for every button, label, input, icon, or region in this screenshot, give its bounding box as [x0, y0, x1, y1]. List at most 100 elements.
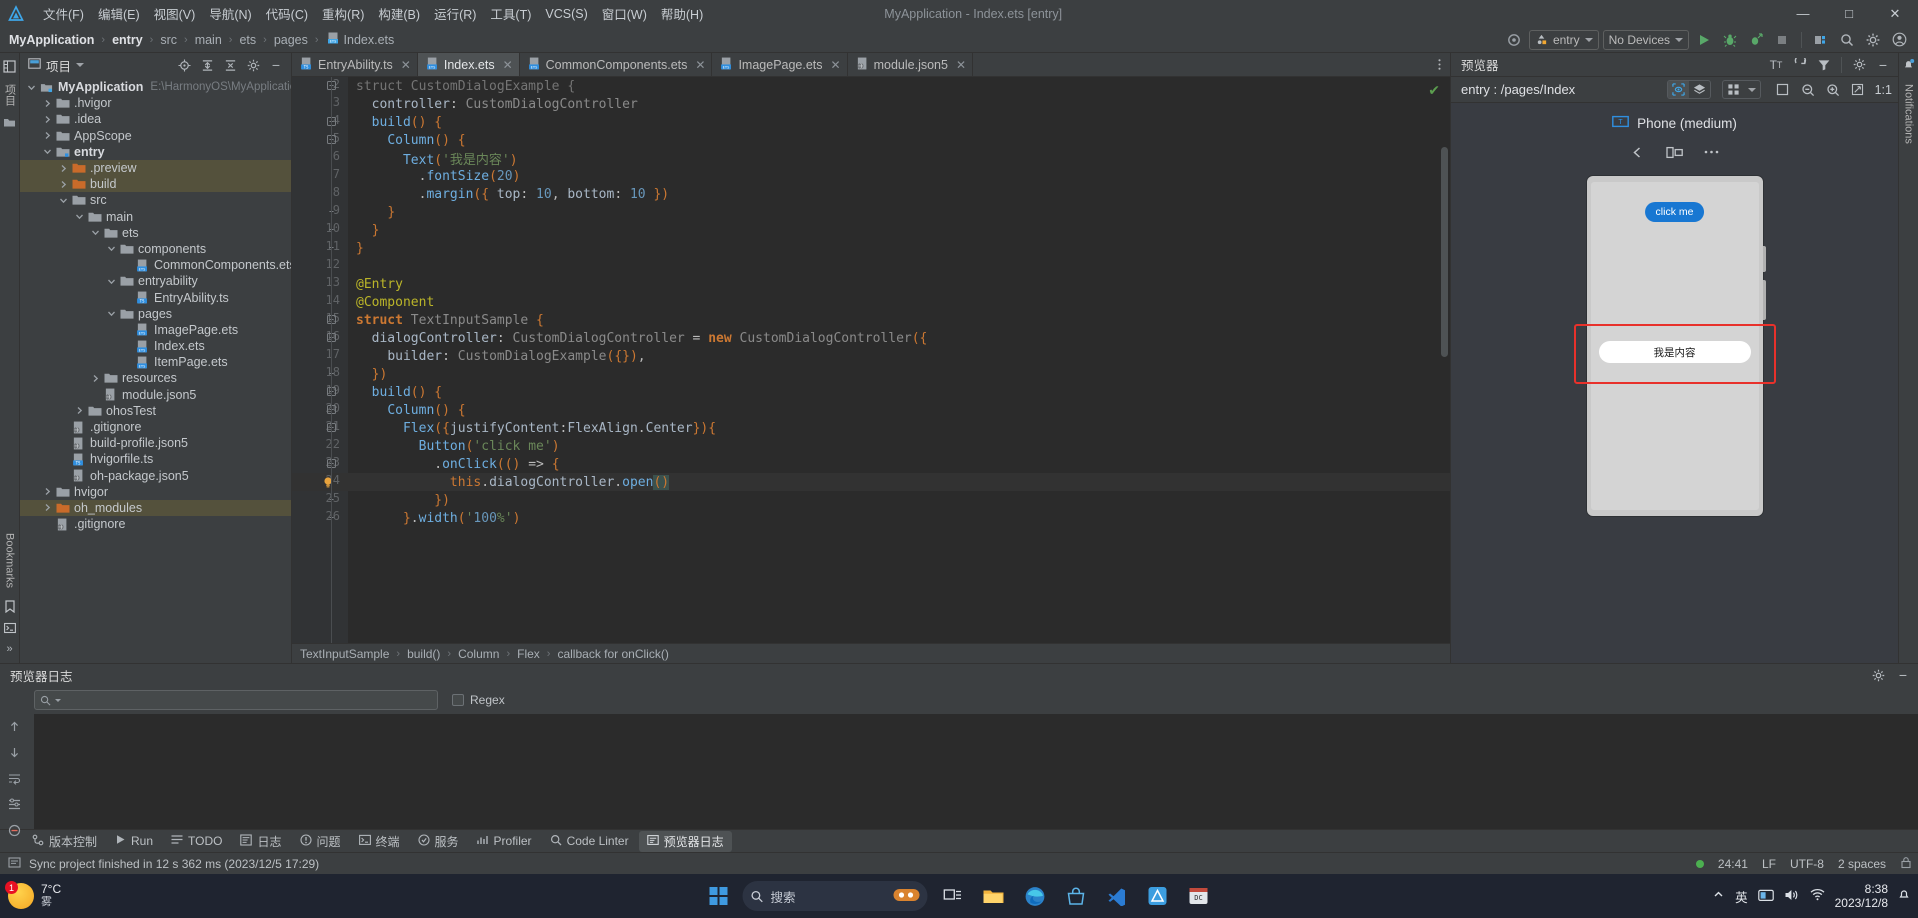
menu-view[interactable]: 视图(V) — [147, 1, 203, 26]
status-event-icon[interactable] — [8, 856, 21, 872]
scroll-from-source-icon[interactable] — [173, 55, 195, 75]
code-crumb[interactable]: Flex — [517, 647, 540, 661]
code-line[interactable]: .onClick(() => { — [348, 455, 1450, 473]
device-flip-icon[interactable] — [1658, 140, 1692, 164]
code-crumb[interactable]: build() — [407, 647, 440, 661]
code-line[interactable]: controller: CustomDialogController — [348, 95, 1450, 113]
code-line[interactable]: build() { — [348, 383, 1450, 401]
code-line[interactable]: Button('click me') — [348, 437, 1450, 455]
notifications-bell-icon[interactable] — [1902, 58, 1915, 74]
menu-window[interactable]: 窗口(W) — [595, 1, 654, 26]
log-scroll-down-icon[interactable] — [8, 746, 21, 762]
maximize-button[interactable]: □ — [1826, 0, 1872, 27]
font-size-icon[interactable]: TT — [1765, 55, 1787, 75]
terminal-rail-icon[interactable] — [3, 622, 16, 637]
tool-window-button[interactable]: 预览器日志 — [638, 830, 732, 852]
close-icon[interactable]: ✕ — [831, 58, 841, 72]
deveco-icon[interactable] — [1142, 880, 1174, 912]
tool-window-button[interactable]: 日志 — [232, 831, 289, 852]
taskbar-clock[interactable]: 8:38 2023/12/8 — [1835, 882, 1888, 910]
project-rail-icon[interactable] — [3, 60, 16, 76]
breadcrumb-main[interactable]: main — [194, 33, 223, 47]
gutter-line[interactable]: 10 — [292, 221, 348, 239]
code-line[interactable]: } — [348, 221, 1450, 239]
editor-tab[interactable]: ETS ImagePage.ets ✕ — [712, 53, 848, 76]
tray-screenshot-icon[interactable] — [1757, 888, 1774, 905]
code-line[interactable]: }) — [348, 491, 1450, 509]
close-button[interactable]: ✕ — [1872, 0, 1918, 27]
editor-tab[interactable]: TS EntryAbility.ts ✕ — [292, 53, 418, 76]
gutter-line[interactable]: 9 — [292, 203, 348, 221]
file-explorer-icon[interactable] — [978, 880, 1010, 912]
code-text-area[interactable]: struct CustomDialogExample { controller:… — [348, 77, 1450, 643]
chevron-down-icon[interactable] — [106, 243, 117, 254]
profile-run-icon[interactable] — [1745, 30, 1767, 50]
tree-row[interactable]: oh-package.json5 — [20, 468, 291, 484]
device-selector[interactable]: No Devices — [1602, 29, 1689, 50]
log-search-input[interactable] — [34, 690, 438, 710]
multi-device-group[interactable] — [1721, 80, 1761, 99]
copilot-icon[interactable] — [893, 887, 920, 906]
tree-row[interactable]: components — [20, 241, 291, 257]
gutter-line[interactable]: 24 — [292, 473, 348, 491]
gutter-line[interactable]: 6 — [292, 149, 348, 167]
tree-row[interactable]: .gitignore — [20, 419, 291, 435]
frame-icon[interactable] — [1772, 80, 1794, 100]
previewer-minimize-icon[interactable]: − — [1872, 55, 1894, 75]
tree-row[interactable]: .hvigor — [20, 95, 291, 111]
tool-window-button[interactable]: Profiler — [469, 832, 540, 851]
status-encoding[interactable]: UTF-8 — [1790, 857, 1824, 871]
run-icon[interactable] — [1693, 30, 1715, 50]
tree-row[interactable]: pages — [20, 306, 291, 322]
code-line[interactable]: Column() { — [348, 401, 1450, 419]
zoom-out-icon[interactable] — [1797, 80, 1819, 100]
breadcrumb-project[interactable]: MyApplication — [8, 33, 95, 47]
code-line[interactable]: this.dialogController.open() — [348, 473, 1450, 491]
preview-click-me-button[interactable]: click me — [1644, 202, 1705, 222]
breadcrumb-pages[interactable]: pages — [273, 33, 309, 47]
tree-row[interactable]: build-profile.json5 — [20, 435, 291, 451]
chevron-down-icon[interactable] — [1744, 81, 1760, 98]
taskbar-weather-widget[interactable]: 1 7°C 雾 — [0, 881, 61, 909]
fit-icon[interactable] — [1847, 80, 1869, 100]
log-minimize-icon[interactable]: − — [1892, 665, 1914, 685]
tree-row[interactable]: ohosTest — [20, 403, 291, 419]
breadcrumb-file[interactable]: Index.ets — [343, 33, 396, 47]
inspector-icon[interactable] — [1667, 81, 1689, 98]
stop-icon[interactable] — [1771, 30, 1793, 50]
log-scroll-up-icon[interactable] — [8, 720, 21, 736]
code-line[interactable]: .margin({ top: 10, bottom: 10 }) — [348, 185, 1450, 203]
gutter-line[interactable]: 25 — [292, 491, 348, 509]
code-line[interactable]: Text('我是内容') — [348, 149, 1450, 168]
gutter-line[interactable]: 17 — [292, 347, 348, 365]
tool-window-button[interactable]: 服务 — [410, 831, 467, 852]
tree-row[interactable]: .gitignore — [20, 516, 291, 532]
gutter-line[interactable]: 3 — [292, 95, 348, 113]
chevron-down-icon[interactable] — [74, 211, 85, 222]
close-icon[interactable]: ✕ — [695, 58, 705, 72]
chevron-down-icon[interactable] — [26, 82, 37, 93]
rotate-left-icon[interactable] — [1621, 140, 1655, 164]
tool-window-button[interactable]: 版本控制 — [24, 831, 105, 852]
tool-window-button[interactable]: 终端 — [351, 831, 408, 852]
chevron-right-icon[interactable] — [58, 163, 69, 174]
tray-chevron-up-icon[interactable] — [1712, 888, 1725, 904]
editor-tab[interactable]: ETS CommonComponents.ets ✕ — [520, 53, 713, 76]
status-caret-position[interactable]: 24:41 — [1718, 857, 1748, 871]
log-soft-wrap-icon[interactable] — [8, 772, 21, 788]
code-line[interactable]: } — [348, 203, 1450, 221]
tree-row[interactable]: src — [20, 192, 291, 208]
gutter-line[interactable]: 12 — [292, 257, 348, 275]
gutter-line[interactable]: 13 — [292, 275, 348, 293]
minimize-button[interactable]: — — [1780, 0, 1826, 27]
gutter-line[interactable]: 19 — [292, 383, 348, 401]
tree-row[interactable]: ETS Index.ets — [20, 338, 291, 354]
multi-device-icon[interactable] — [1723, 81, 1744, 98]
bookmark-rail-icon[interactable] — [4, 600, 16, 616]
code-line[interactable]: struct CustomDialogExample { — [348, 77, 1450, 95]
chevron-down-icon[interactable] — [76, 63, 85, 67]
vscode-icon[interactable] — [1101, 880, 1133, 912]
gutter-line[interactable]: 23 — [292, 455, 348, 473]
gutter-line[interactable]: 20 — [292, 401, 348, 419]
tree-row[interactable]: ETS CommonComponents.ets — [20, 257, 291, 273]
